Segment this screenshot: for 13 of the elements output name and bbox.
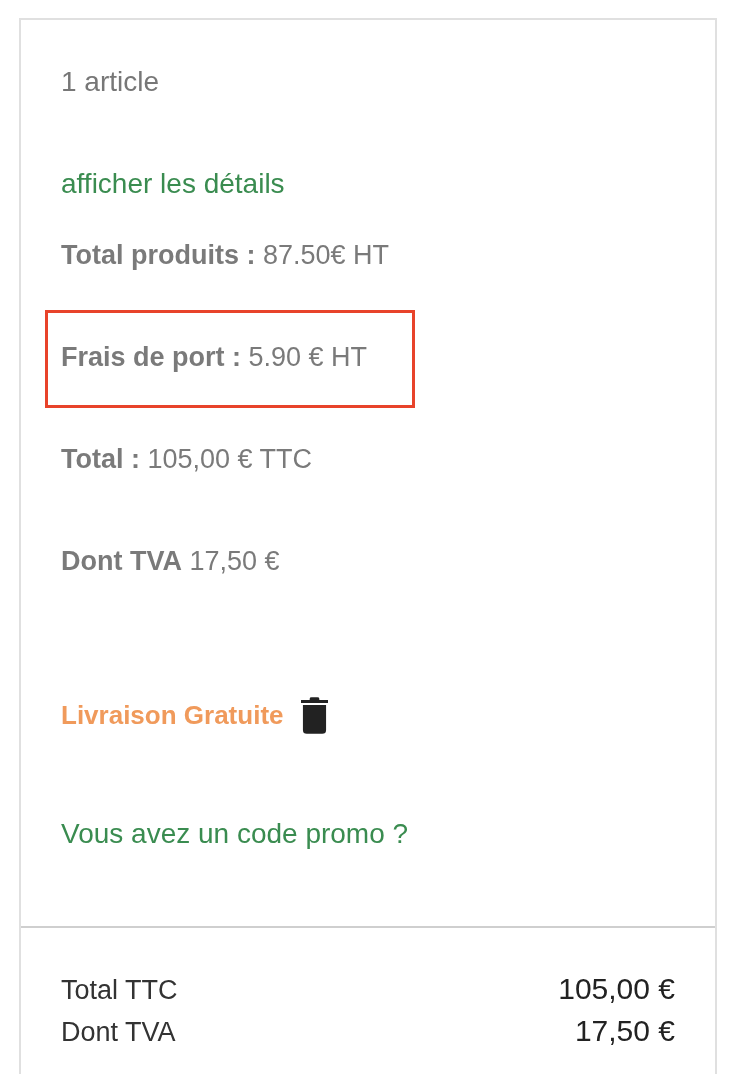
total-label: Total TTC: [61, 974, 178, 1007]
summary-line: Dont TVA 17,50 €: [61, 546, 280, 576]
total-value: 105,00 €: [558, 971, 675, 1007]
summary-line: Total produits : 87.50€ HT: [61, 240, 390, 270]
summary-line: Frais de port : 5.90 € HT: [61, 342, 368, 372]
details-link[interactable]: afficher les détails: [61, 168, 285, 199]
summary-line: Total : 105,00 € TTC: [61, 444, 313, 474]
trash-icon[interactable]: [300, 696, 328, 734]
total-label: Dont TVA: [61, 1016, 176, 1049]
discount-label: Livraison Gratuite: [61, 700, 284, 730]
promo-code-link[interactable]: Vous avez un code promo ?: [61, 818, 409, 849]
total-value: 17,50 €: [574, 1013, 675, 1049]
item-count: 1 article: [61, 66, 160, 97]
